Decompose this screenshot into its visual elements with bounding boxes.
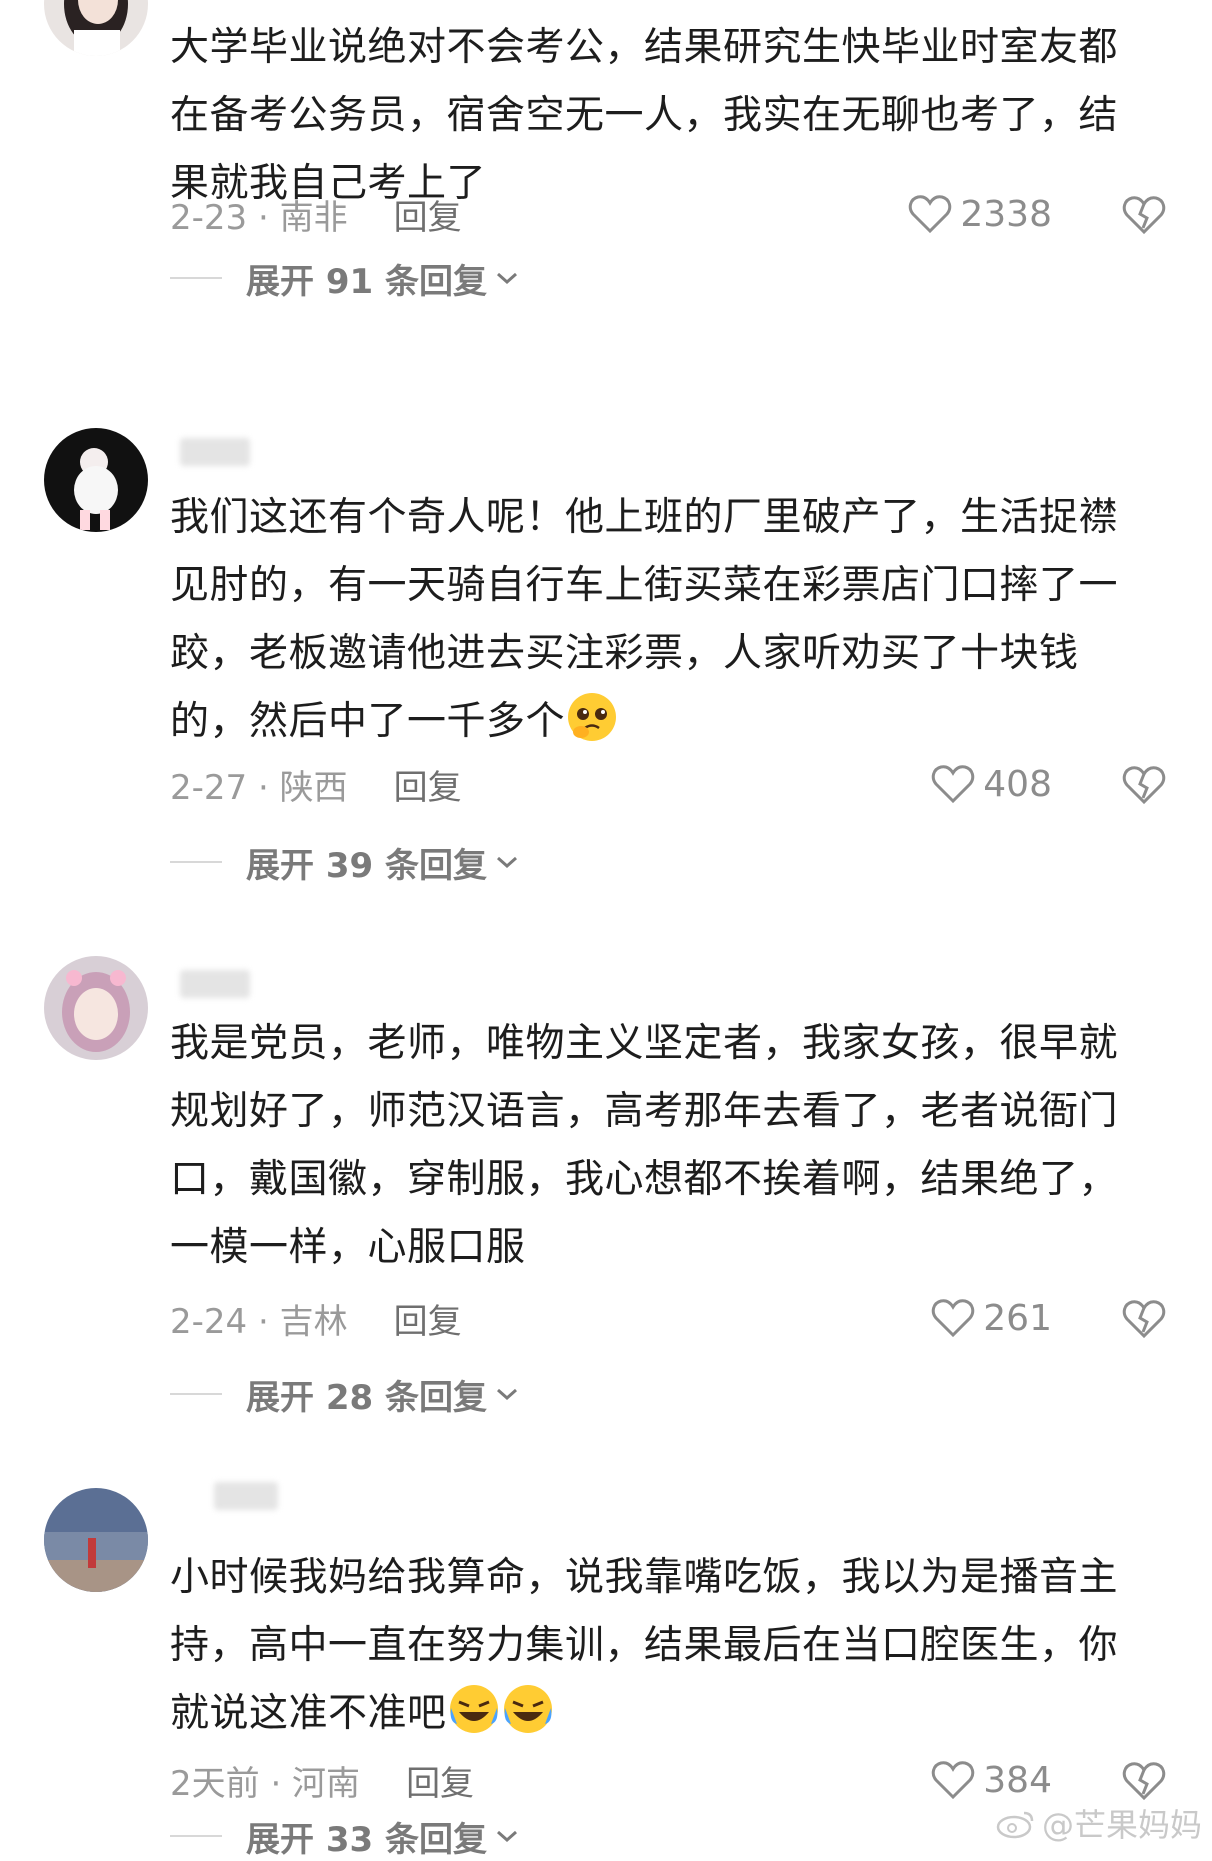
chevron-down-icon	[497, 272, 517, 285]
comment-text: 我是党员，老师，唯物主义坚定者，我家女孩，很早就 规划好了，师范汉语言，高考那年…	[170, 1021, 1119, 1270]
heart-icon	[909, 195, 952, 234]
divider	[170, 1835, 222, 1837]
like-count: 261	[983, 1297, 1052, 1339]
weibo-logo-icon	[996, 1811, 1034, 1839]
like-button[interactable]: 408	[931, 760, 1052, 808]
date-location: 2-24 · 吉林	[170, 1301, 348, 1342]
heart-icon	[932, 1761, 975, 1800]
reply-button[interactable]: 回复	[394, 760, 462, 809]
broken-heart-icon[interactable]	[1122, 762, 1166, 806]
username[interactable]	[180, 438, 250, 466]
chevron-down-icon	[497, 1388, 517, 1401]
avatar[interactable]	[44, 1488, 148, 1592]
heart-icon	[932, 1299, 975, 1338]
broken-heart-icon[interactable]	[1122, 1758, 1166, 1802]
username[interactable]	[180, 970, 250, 998]
watermark-text: @芒果妈妈	[1041, 1806, 1202, 1844]
expand-replies-label: 展开 28 条回复	[246, 1377, 487, 1418]
like-button[interactable]: 261	[931, 1294, 1052, 1342]
broken-heart-icon[interactable]	[1122, 1296, 1166, 1340]
comment-meta: 2-27 · 陕西 回复	[170, 760, 462, 808]
avatar[interactable]	[44, 956, 148, 1060]
date-location: 2-23 · 南非	[170, 197, 348, 238]
comment-text: 我们这还有个奇人呢！他上班的厂里破产了，生活捉襟 见肘的，有一天骑自行车上街买菜…	[170, 495, 1119, 744]
reply-button[interactable]: 回复	[394, 190, 462, 239]
comment-meta: 2-23 · 南非 回复	[170, 190, 462, 238]
laughing-crying-emoji-icon	[449, 1685, 498, 1733]
divider	[170, 861, 222, 863]
expand-replies-button[interactable]: 展开 91 条回复	[170, 254, 519, 302]
reply-button[interactable]: 回复	[406, 1756, 474, 1805]
reply-button[interactable]: 回复	[394, 1294, 462, 1343]
broken-heart-icon[interactable]	[1122, 192, 1166, 236]
heart-icon	[932, 765, 975, 804]
divider	[170, 277, 222, 279]
watermark: @芒果妈妈	[996, 1800, 1202, 1846]
pleading-face-emoji-icon	[568, 693, 617, 741]
chevron-down-icon	[497, 856, 517, 869]
expand-replies-label: 展开 33 条回复	[246, 1819, 487, 1860]
like-count: 408	[983, 763, 1052, 805]
comment-text: 大学毕业说绝对不会考公，结果研究生快毕业时室友都 在备考公务员，宿舍空无一人，我…	[170, 25, 1119, 206]
username[interactable]	[214, 1482, 278, 1510]
comment-meta: 2天前 · 河南 回复	[170, 1756, 474, 1804]
comment-meta: 2-24 · 吉林 回复	[170, 1294, 462, 1342]
like-count: 384	[983, 1759, 1052, 1801]
comment-text: 小时候我妈给我算命，说我靠嘴吃饭，我以为是播音主 持，高中一直在努力集训，结果最…	[170, 1555, 1119, 1736]
like-button[interactable]: 2338	[908, 190, 1052, 238]
like-count: 2338	[960, 193, 1052, 235]
chevron-down-icon	[497, 1830, 517, 1843]
expand-replies-button[interactable]: 展开 28 条回复	[170, 1370, 519, 1418]
avatar[interactable]	[44, 0, 148, 56]
laughing-crying-emoji-icon	[503, 1685, 552, 1733]
date-location: 2-27 · 陕西	[170, 767, 348, 808]
divider	[170, 1393, 222, 1395]
avatar[interactable]	[44, 428, 148, 532]
expand-replies-button[interactable]: 展开 33 条回复	[170, 1812, 519, 1860]
expand-replies-label: 展开 39 条回复	[246, 845, 487, 886]
like-button[interactable]: 384	[931, 1756, 1052, 1804]
expand-replies-button[interactable]: 展开 39 条回复	[170, 838, 519, 886]
expand-replies-label: 展开 91 条回复	[246, 261, 487, 302]
date-location: 2天前 · 河南	[170, 1763, 361, 1804]
